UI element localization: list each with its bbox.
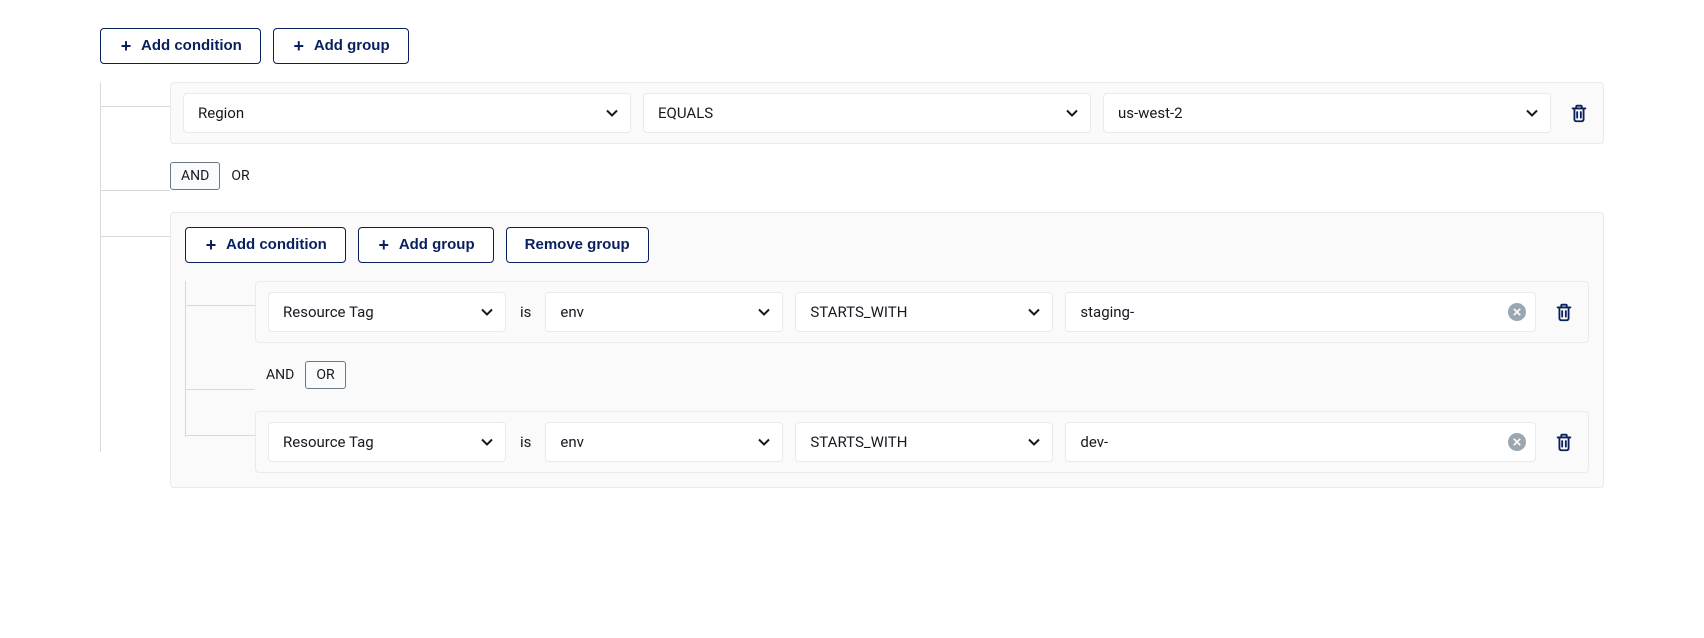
connector-and[interactable]: AND	[255, 361, 305, 389]
remove-group-label: Remove group	[525, 236, 630, 254]
chevron-down-icon	[479, 304, 495, 320]
chevron-down-icon	[1524, 105, 1540, 121]
plus-icon: +	[377, 238, 391, 252]
operator-select[interactable]: STARTS_WITH	[795, 292, 1053, 332]
field-select[interactable]: Resource Tag	[268, 292, 506, 332]
chevron-down-icon	[604, 105, 620, 121]
value-input-wrap: dev-	[1065, 422, 1536, 462]
operator-select[interactable]: STARTS_WITH	[795, 422, 1053, 462]
add-condition-label: Add condition	[141, 37, 242, 55]
plus-icon: +	[119, 39, 133, 53]
connector-or[interactable]: OR	[305, 361, 345, 389]
add-group-label: Add group	[314, 37, 390, 55]
connector-toggle: AND OR	[170, 162, 261, 190]
chevron-down-icon	[1026, 304, 1042, 320]
tag-key-value: env	[560, 303, 584, 321]
connector-row: AND OR	[170, 166, 1604, 190]
condition-row: Resource Tag is env STARTS_WITH	[255, 411, 1589, 473]
add-group-label: Add group	[399, 236, 475, 254]
delete-condition-button[interactable]	[1552, 300, 1576, 324]
chevron-down-icon	[479, 434, 495, 450]
keyword-is: is	[518, 303, 533, 321]
chevron-down-icon	[1026, 434, 1042, 450]
operator-select[interactable]: EQUALS	[643, 93, 1091, 133]
clear-input-button[interactable]	[1508, 433, 1526, 451]
field-select[interactable]: Resource Tag	[268, 422, 506, 462]
connector-row: AND OR	[255, 365, 1589, 389]
field-select[interactable]: Region	[183, 93, 631, 133]
delete-condition-button[interactable]	[1567, 101, 1591, 125]
value-input[interactable]: dev-	[1065, 422, 1536, 462]
value-select[interactable]: us-west-2	[1103, 93, 1551, 133]
connector-or[interactable]: OR	[220, 162, 260, 190]
tag-key-select[interactable]: env	[545, 292, 783, 332]
field-value: Resource Tag	[283, 433, 374, 451]
keyword-is: is	[518, 433, 533, 451]
add-condition-label: Add condition	[226, 236, 327, 254]
add-group-button[interactable]: + Add group	[273, 28, 409, 64]
condition-row: Resource Tag is env STARTS_WITH	[255, 281, 1589, 343]
chevron-down-icon	[756, 304, 772, 320]
value-text: us-west-2	[1118, 104, 1183, 122]
connector-toggle: AND OR	[255, 361, 346, 389]
operator-value: STARTS_WITH	[810, 303, 907, 321]
value-input[interactable]: staging-	[1065, 292, 1536, 332]
operator-value: STARTS_WITH	[810, 433, 907, 451]
tag-key-select[interactable]: env	[545, 422, 783, 462]
value-input-wrap: staging-	[1065, 292, 1536, 332]
clear-input-button[interactable]	[1508, 303, 1526, 321]
add-group-button[interactable]: + Add group	[358, 227, 494, 263]
tag-key-value: env	[560, 433, 584, 451]
delete-condition-button[interactable]	[1552, 430, 1576, 454]
root-actions: + Add condition + Add group	[100, 28, 1604, 64]
operator-value: EQUALS	[658, 104, 713, 122]
add-condition-button[interactable]: + Add condition	[100, 28, 261, 64]
connector-and[interactable]: AND	[170, 162, 220, 190]
chevron-down-icon	[756, 434, 772, 450]
group-row: + Add condition + Add group Remove group	[170, 212, 1604, 488]
field-value: Resource Tag	[283, 303, 374, 321]
group-actions: + Add condition + Add group Remove group	[185, 227, 1589, 263]
add-condition-button[interactable]: + Add condition	[185, 227, 346, 263]
plus-icon: +	[204, 238, 218, 252]
condition-row: Region EQUALS us-west-2	[170, 82, 1604, 144]
plus-icon: +	[292, 39, 306, 53]
remove-group-button[interactable]: Remove group	[506, 227, 649, 263]
field-value: Region	[198, 104, 244, 122]
chevron-down-icon	[1064, 105, 1080, 121]
